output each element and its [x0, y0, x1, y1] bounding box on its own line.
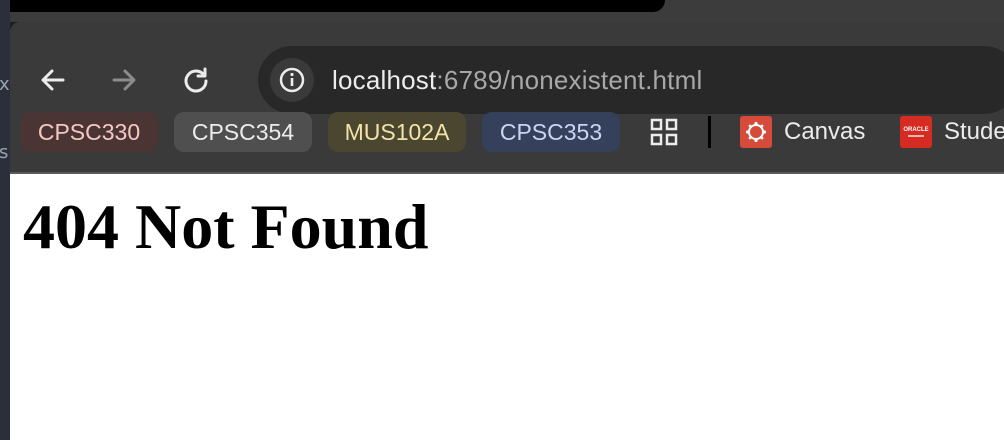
url-text[interactable]: localhost:6789/nonexistent.html: [332, 65, 702, 96]
reload-button[interactable]: [178, 62, 214, 98]
address-bar[interactable]: localhost:6789/nonexistent.html: [258, 46, 1004, 114]
desktop-edge-text: x: [0, 74, 10, 95]
bookmark-folder-mus102a[interactable]: MUS102A: [328, 112, 466, 152]
arrow-right-icon: [112, 69, 136, 91]
bookmarks-separator: [708, 116, 711, 148]
apps-grid-icon[interactable]: [650, 118, 678, 146]
url-path: :6789/nonexistent.html: [436, 65, 703, 95]
desktop-edge-text: s: [0, 142, 9, 163]
desktop-background-edge: x s: [0, 0, 10, 440]
bookmark-label: Stude: [944, 118, 1004, 145]
back-button[interactable]: [35, 62, 71, 98]
arrow-left-icon: [41, 69, 65, 91]
bookmark-canvas[interactable]: Canvas: [740, 112, 865, 152]
bookmark-folder-cpsc330[interactable]: CPSC330: [20, 112, 158, 152]
info-icon: [279, 67, 305, 93]
page-title: 404 Not Found: [23, 191, 429, 262]
oracle-peoplesoft-logo-icon: ORACLE: [900, 116, 932, 148]
bookmark-folder-cpsc354[interactable]: CPSC354: [174, 112, 312, 152]
page-viewport: 404 Not Found: [10, 174, 1004, 440]
bookmark-folder-cpsc353[interactable]: CPSC353: [482, 112, 620, 152]
active-tab[interactable]: [10, 0, 665, 12]
bookmarks-bar: CPSC330 CPSC354 MUS102A CPSC353 Canvas O…: [10, 108, 1004, 156]
logo-text: ORACLE: [903, 127, 929, 133]
canvas-logo-icon: [740, 116, 772, 148]
bookmark-label: Canvas: [784, 118, 866, 145]
reload-icon: [184, 67, 208, 93]
url-host: localhost: [332, 65, 437, 95]
bookmark-student[interactable]: ORACLE Stude: [900, 112, 1004, 152]
forward-button[interactable]: [106, 62, 142, 98]
site-info-button[interactable]: [270, 58, 314, 102]
